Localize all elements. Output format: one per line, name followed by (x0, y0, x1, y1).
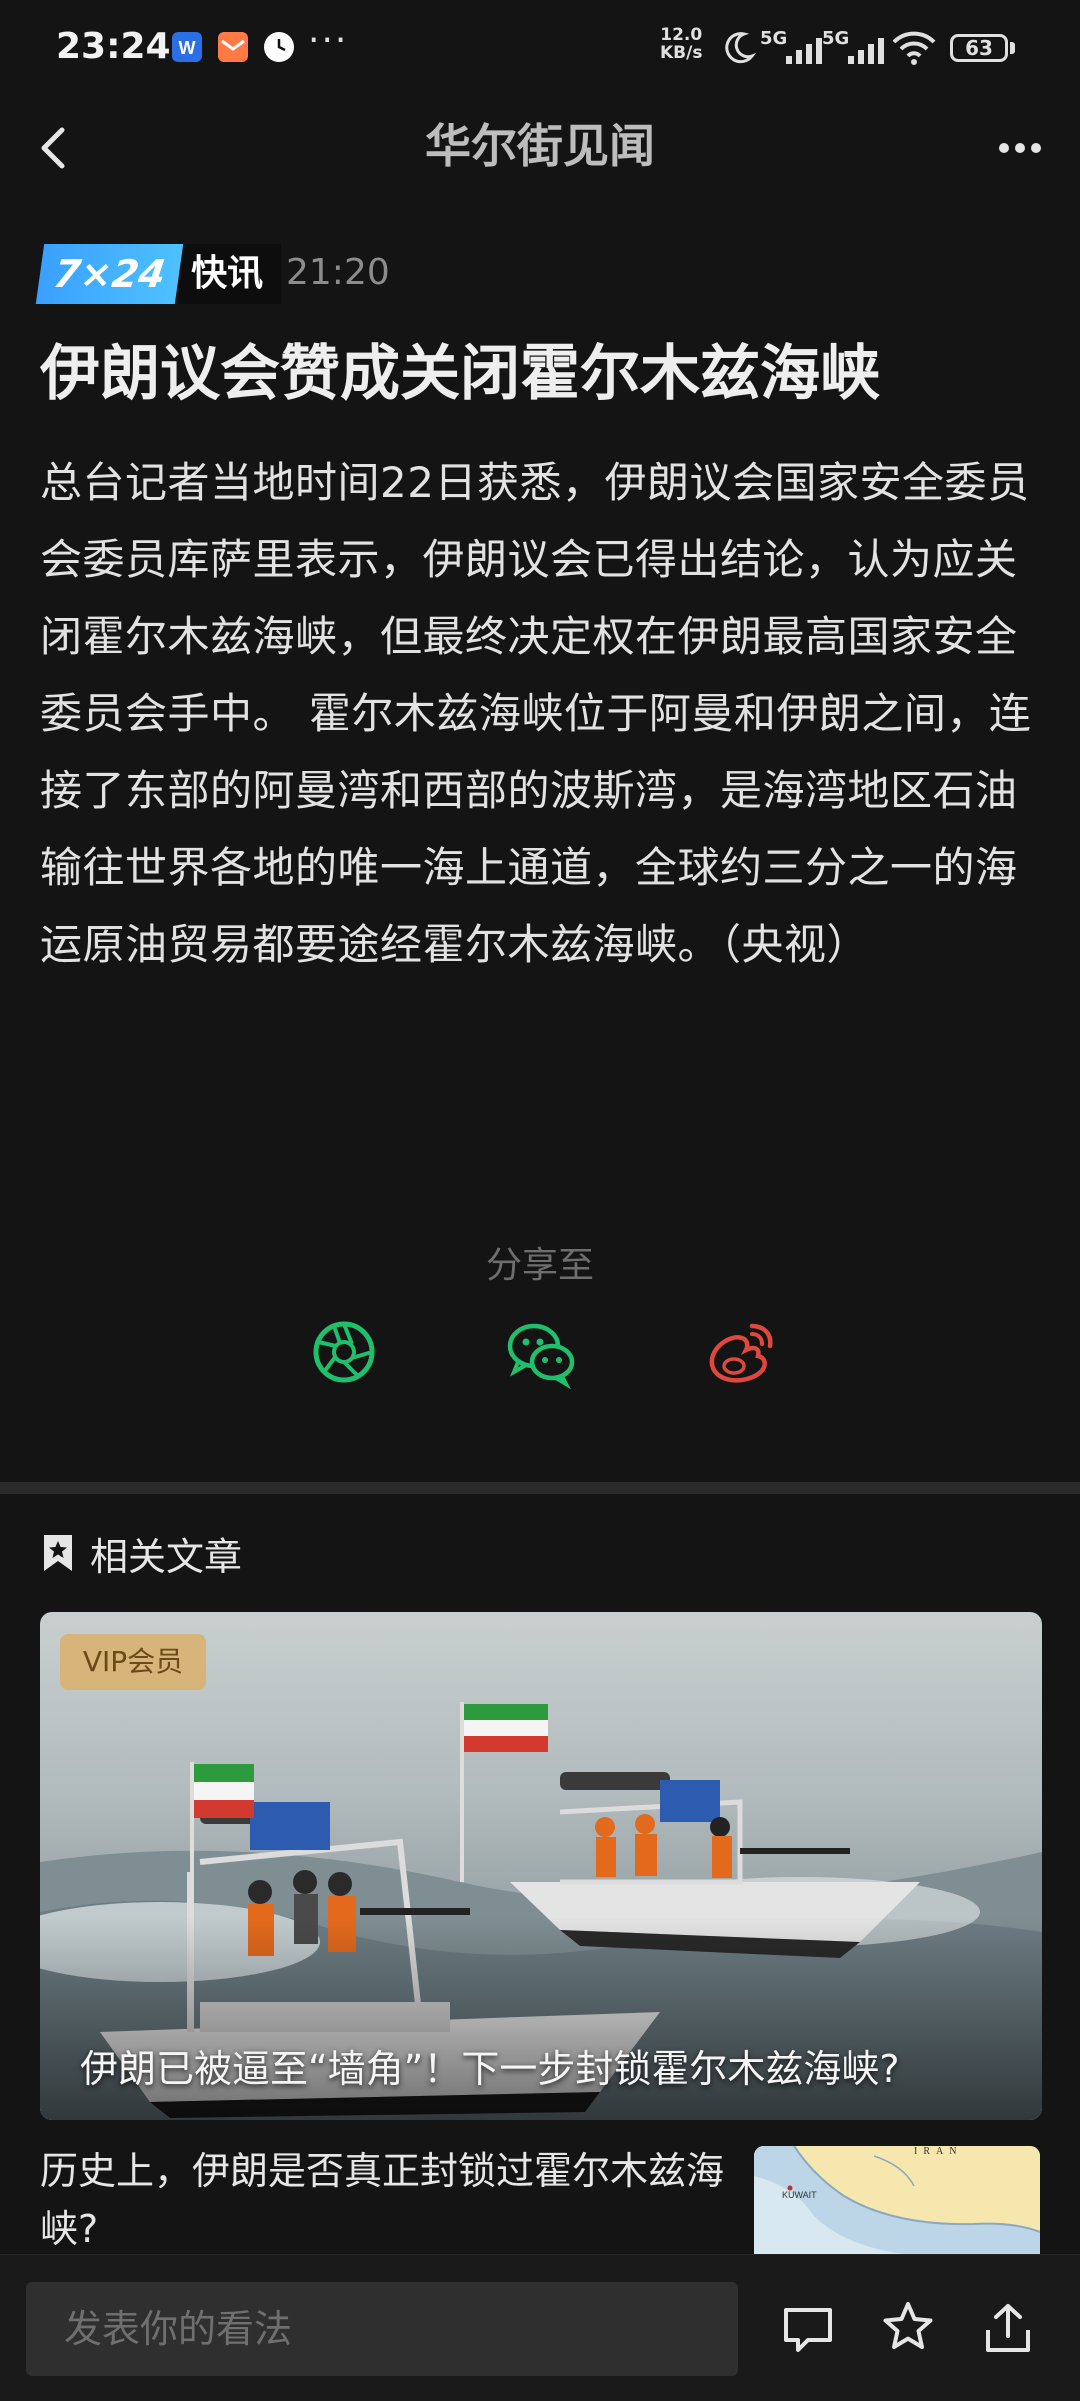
svg-text:W: W (179, 38, 196, 58)
battery-icon: 63 (950, 34, 1008, 62)
favorite-button[interactable] (878, 2298, 938, 2358)
comment-button[interactable] (778, 2298, 838, 2358)
article-headline: 伊朗议会赞成关闭霍尔木兹海峡 (40, 339, 880, 409)
net-speed-value: 12.0 (660, 25, 703, 45)
share-moments-button[interactable] (304, 1312, 384, 1392)
article-body: 总台记者当地时间22日获悉，伊朗议会国家安全委员会委员库萨里表示，伊朗议会已得出… (40, 458, 1032, 969)
chevron-left-icon (41, 127, 65, 169)
back-button[interactable] (30, 112, 90, 184)
weibo-icon (709, 1323, 773, 1383)
moments-icon (313, 1321, 375, 1383)
mail-icon (218, 32, 248, 62)
related-articles-title: 相关文章 (90, 1534, 243, 1579)
share-button[interactable] (978, 2298, 1038, 2358)
comment-icon (784, 2308, 832, 2352)
badge-label: 快讯 (179, 244, 282, 304)
map-label-iran: IRAN (914, 2146, 962, 2157)
app-title: 华尔街见闻 (425, 119, 655, 173)
clock-icon (264, 32, 294, 62)
share-weibo-button[interactable] (698, 1312, 778, 1392)
share-label: 分享至 (485, 1245, 594, 1286)
battery-tip (1010, 42, 1015, 54)
badge-724: 7×24 (35, 244, 184, 304)
vip-badge: VIP会员 (60, 1634, 206, 1690)
related-article-title[interactable]: 历史上，伊朗是否真正封锁过霍尔木兹海峡? (40, 2142, 740, 2258)
map-label-kuwait: KUWAIT (782, 2190, 817, 2200)
status-time: 23:24 (56, 26, 171, 67)
app-notification-icon: W (172, 32, 202, 62)
map-thumbnail-image: IRAN KUWAIT (754, 2146, 1040, 2254)
related-card-caption: 伊朗已被逼至“墙角”！下一步封锁霍尔木兹海峡? (80, 2047, 900, 2091)
more-dots-icon (999, 143, 1041, 153)
related-articles-header: 相关文章 (40, 1528, 243, 1579)
share-wechat-button[interactable] (500, 1312, 580, 1392)
net-speed: 12.0 KB/s (660, 26, 702, 62)
share-icon (986, 2304, 1030, 2352)
section-divider (0, 1482, 1080, 1494)
related-article-thumbnail[interactable]: IRAN KUWAIT (754, 2146, 1040, 2254)
bookmark-star-icon (44, 1535, 72, 1571)
comment-input[interactable] (26, 2282, 738, 2376)
live-news-badge: 7×24 快讯 (35, 244, 282, 304)
more-notifications-icon: ··· (308, 20, 349, 61)
net-speed-unit: KB/s (660, 43, 703, 63)
star-icon (883, 2302, 933, 2349)
more-button[interactable] (990, 118, 1050, 178)
news-time: 21:20 (286, 252, 390, 293)
wechat-icon (507, 1323, 575, 1390)
moon-icon (725, 32, 756, 64)
wifi-icon (892, 31, 936, 65)
